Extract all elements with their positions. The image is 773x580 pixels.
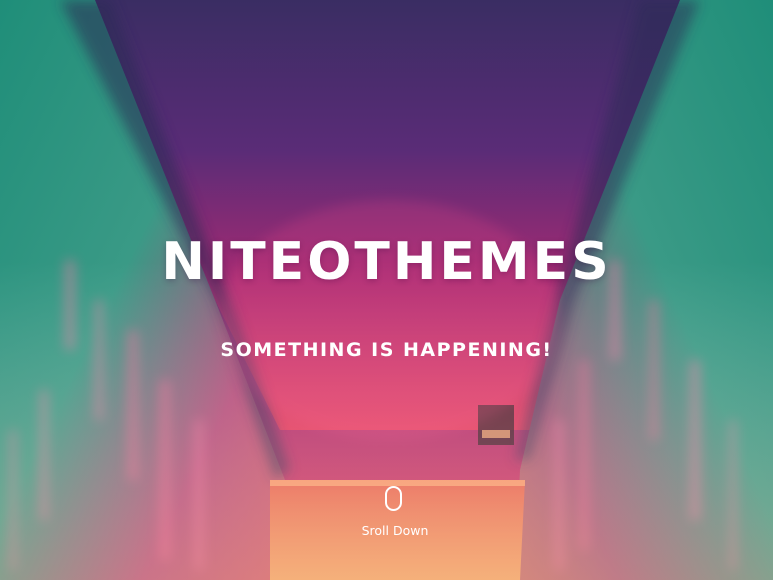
site-tagline: SOMETHING IS HAPPENING! xyxy=(220,339,553,361)
site-title: NITEOTHEMES xyxy=(161,232,612,292)
scroll-down-button[interactable]: Sroll Down xyxy=(336,484,454,544)
mouse-icon xyxy=(385,486,402,511)
hero-section: NITEOTHEMES SOMETHING IS HAPPENING! Srol… xyxy=(0,0,773,580)
scroll-down-label: Sroll Down xyxy=(361,523,429,538)
